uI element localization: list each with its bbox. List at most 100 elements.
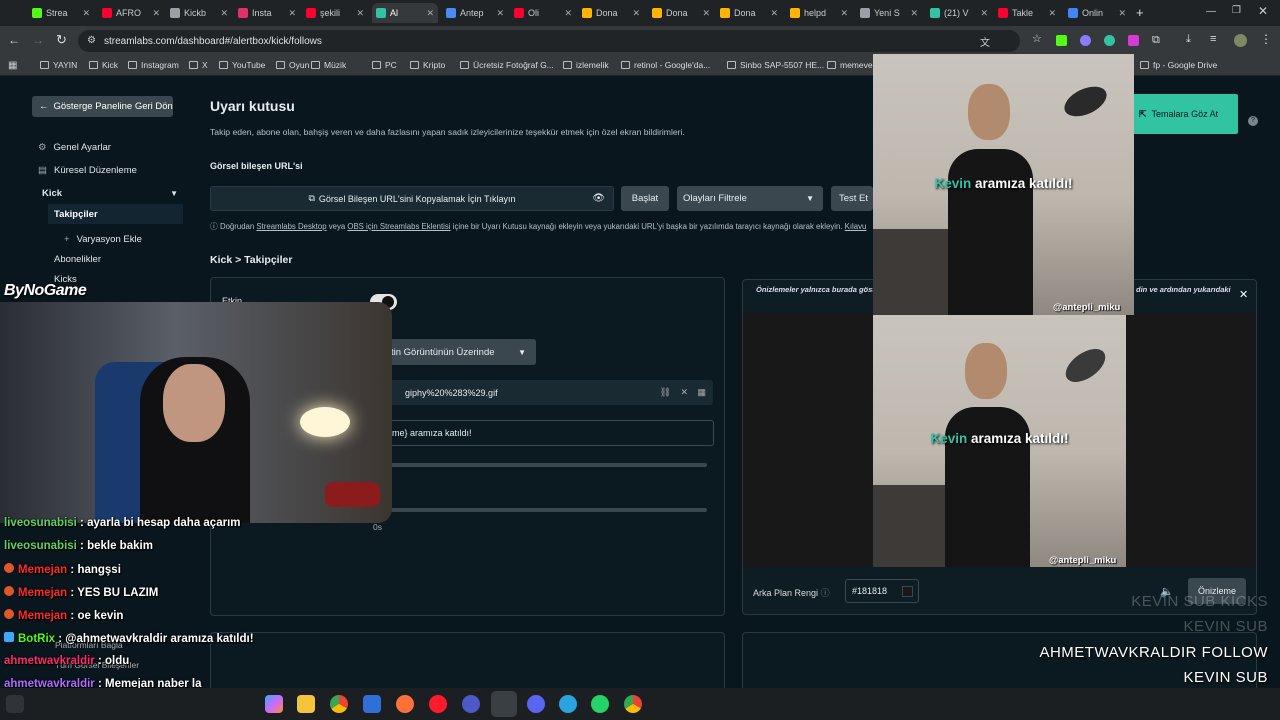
- volume-slider[interactable]: [385, 463, 707, 467]
- browser-tab[interactable]: (21) V ✕: [926, 3, 992, 23]
- avatar[interactable]: [1234, 34, 1247, 47]
- browser-tab[interactable]: Dona ✕: [578, 3, 644, 23]
- browser-tab[interactable]: Dona ✕: [648, 3, 714, 23]
- bookmark-item[interactable]: retinol - Google'da...: [621, 60, 710, 70]
- obs-icon[interactable]: [491, 691, 517, 717]
- grid-icon[interactable]: ▦: [697, 387, 706, 398]
- close-tab-icon[interactable]: ✕: [632, 8, 640, 19]
- close-tab-icon[interactable]: ✕: [288, 8, 296, 19]
- close-window-icon[interactable]: ✕: [1258, 4, 1268, 18]
- test-button[interactable]: Test Et: [831, 186, 873, 211]
- address-bar[interactable]: ⚙ streamlabs.com/dashboard#/alertbox/kic…: [78, 30, 1020, 52]
- bookmark-item[interactable]: Müzik: [311, 60, 346, 70]
- bookmark-star-icon[interactable]: ☆: [1032, 32, 1042, 45]
- close-tab-icon[interactable]: ✕: [426, 8, 434, 19]
- telegram-icon[interactable]: [559, 695, 577, 713]
- link-icon[interactable]: ⛓: [660, 387, 671, 398]
- mail-icon[interactable]: [363, 695, 381, 713]
- reload-icon[interactable]: ↻: [56, 32, 67, 48]
- message-template-input[interactable]: me} aramıza katıldı!: [385, 420, 714, 446]
- close-tab-icon[interactable]: ✕: [152, 8, 160, 19]
- browser-tab[interactable]: Onlin ✕: [1064, 3, 1130, 23]
- minimize-icon[interactable]: —: [1206, 6, 1216, 17]
- bookmark-item[interactable]: Ücretsiz Fotoğraf G...: [460, 60, 554, 70]
- close-tab-icon[interactable]: ✕: [1118, 8, 1126, 19]
- add-variation-button[interactable]: + Varyasyon Ekle: [64, 234, 142, 245]
- browser-tab[interactable]: Insta ✕: [234, 3, 300, 23]
- start-icon[interactable]: [6, 695, 24, 713]
- browser-tab[interactable]: Yeni S ✕: [856, 3, 922, 23]
- browser-tab[interactable]: Strea ✕: [28, 3, 94, 23]
- chrome-icon[interactable]: [624, 695, 642, 713]
- bookmark-item[interactable]: Kick: [89, 60, 118, 70]
- new-tab-icon[interactable]: +: [1136, 5, 1144, 20]
- browser-tab[interactable]: Dona ✕: [716, 3, 782, 23]
- site-info-icon[interactable]: ⚙: [87, 35, 96, 46]
- close-tab-icon[interactable]: ✕: [220, 8, 228, 19]
- copilot-icon[interactable]: [265, 695, 283, 713]
- close-tab-icon[interactable]: ✕: [356, 8, 364, 19]
- forward-arrow-icon[interactable]: →: [32, 33, 44, 47]
- duration-slider[interactable]: [385, 508, 707, 512]
- browser-tab[interactable]: AFRO ✕: [98, 3, 164, 23]
- obs-plugin-link[interactable]: OBS için Streamlabs Eklentisi: [347, 222, 450, 231]
- widget-url-field[interactable]: ⧉ Görsel Bileşen URL'sini Kopyalamak İçi…: [210, 186, 614, 211]
- sidebar-item-followers[interactable]: Takipçiler: [48, 204, 183, 224]
- browser-tab[interactable]: Oli ✕: [510, 3, 576, 23]
- firefox-icon[interactable]: [396, 695, 414, 713]
- browse-themes-button[interactable]: ⇱ Temalara Göz At: [1133, 94, 1238, 134]
- bg-color-input[interactable]: #181818: [845, 579, 919, 603]
- browser-tab[interactable]: Antep ✕: [442, 3, 508, 23]
- chrome-icon[interactable]: [330, 695, 348, 713]
- browser-tab[interactable]: Kickb ✕: [166, 3, 232, 23]
- translate-icon[interactable]: 文: [980, 34, 990, 49]
- close-tab-icon[interactable]: ✕: [840, 8, 848, 19]
- apps-grid-icon[interactable]: ▦: [8, 60, 17, 71]
- bookmark-item[interactable]: Oyun: [276, 60, 309, 70]
- reading-list-icon[interactable]: ≡: [1210, 33, 1216, 45]
- menu-kebab-icon[interactable]: ⋮: [1260, 32, 1272, 46]
- chat-username[interactable]: Memejan: [18, 587, 67, 599]
- streamlabs-desktop-link[interactable]: Streamlabs Desktop: [256, 222, 326, 231]
- start-button[interactable]: Başlat: [621, 186, 669, 211]
- close-tab-icon[interactable]: ✕: [496, 8, 504, 19]
- bookmark-item[interactable]: YAYIN: [40, 60, 77, 70]
- browser-tab[interactable]: Takle ✕: [994, 3, 1060, 23]
- bookmark-item[interactable]: YouTube: [219, 60, 265, 70]
- bookmark-item[interactable]: fp - Google Drive: [1140, 60, 1217, 70]
- discord-icon[interactable]: [527, 695, 545, 713]
- eye-icon[interactable]: 👁: [592, 193, 605, 204]
- bookmark-item[interactable]: Instagram: [128, 60, 179, 70]
- sidebar-item-global-layout[interactable]: ▤ Küresel Düzenleme: [38, 165, 137, 176]
- bookmark-item[interactable]: memeve: [827, 60, 873, 70]
- chat-username[interactable]: ahmetwavkraldir: [4, 655, 95, 667]
- bookmark-item[interactable]: Sinbo SAP-5507 HE...: [727, 60, 824, 70]
- bookmark-item[interactable]: X: [189, 60, 208, 70]
- extension-icon[interactable]: [1080, 35, 1091, 46]
- sidebar-item-kick[interactable]: Kick ▼: [42, 188, 182, 199]
- whatsapp-icon[interactable]: [591, 695, 609, 713]
- close-tab-icon[interactable]: ✕: [702, 8, 710, 19]
- extension-icon[interactable]: [1056, 35, 1067, 46]
- back-to-dashboard-button[interactable]: ← Gösterge Paneline Geri Dön: [32, 96, 173, 117]
- close-notice-icon[interactable]: ✕: [1239, 288, 1248, 301]
- close-tab-icon[interactable]: ✕: [910, 8, 918, 19]
- layout-select[interactable]: tin Görüntünün Üzerinde ▼: [385, 339, 536, 365]
- close-tab-icon[interactable]: ✕: [564, 8, 572, 19]
- close-icon[interactable]: ✕: [680, 387, 688, 398]
- back-arrow-icon[interactable]: ←: [8, 33, 20, 47]
- download-icon[interactable]: ⤓: [1186, 33, 1191, 46]
- browser-tab[interactable]: Al ✕: [372, 3, 438, 23]
- close-tab-icon[interactable]: ✕: [82, 8, 90, 19]
- media-file-field[interactable]: giphy%20%283%29.gif ⛓ ✕ ▦: [385, 380, 713, 405]
- extension-icon[interactable]: [1104, 35, 1115, 46]
- chat-username[interactable]: Memejan: [18, 610, 67, 622]
- chat-username[interactable]: BotRix: [18, 633, 55, 645]
- maximize-icon[interactable]: ❐: [1232, 5, 1241, 16]
- chat-username[interactable]: liveosunabisi: [4, 517, 77, 529]
- browser-tab[interactable]: helpd ✕: [786, 3, 852, 23]
- guide-link[interactable]: Kılavu: [845, 222, 867, 231]
- close-tab-icon[interactable]: ✕: [770, 8, 778, 19]
- file-explorer-icon[interactable]: [297, 695, 315, 713]
- extension-icon[interactable]: [1128, 35, 1139, 46]
